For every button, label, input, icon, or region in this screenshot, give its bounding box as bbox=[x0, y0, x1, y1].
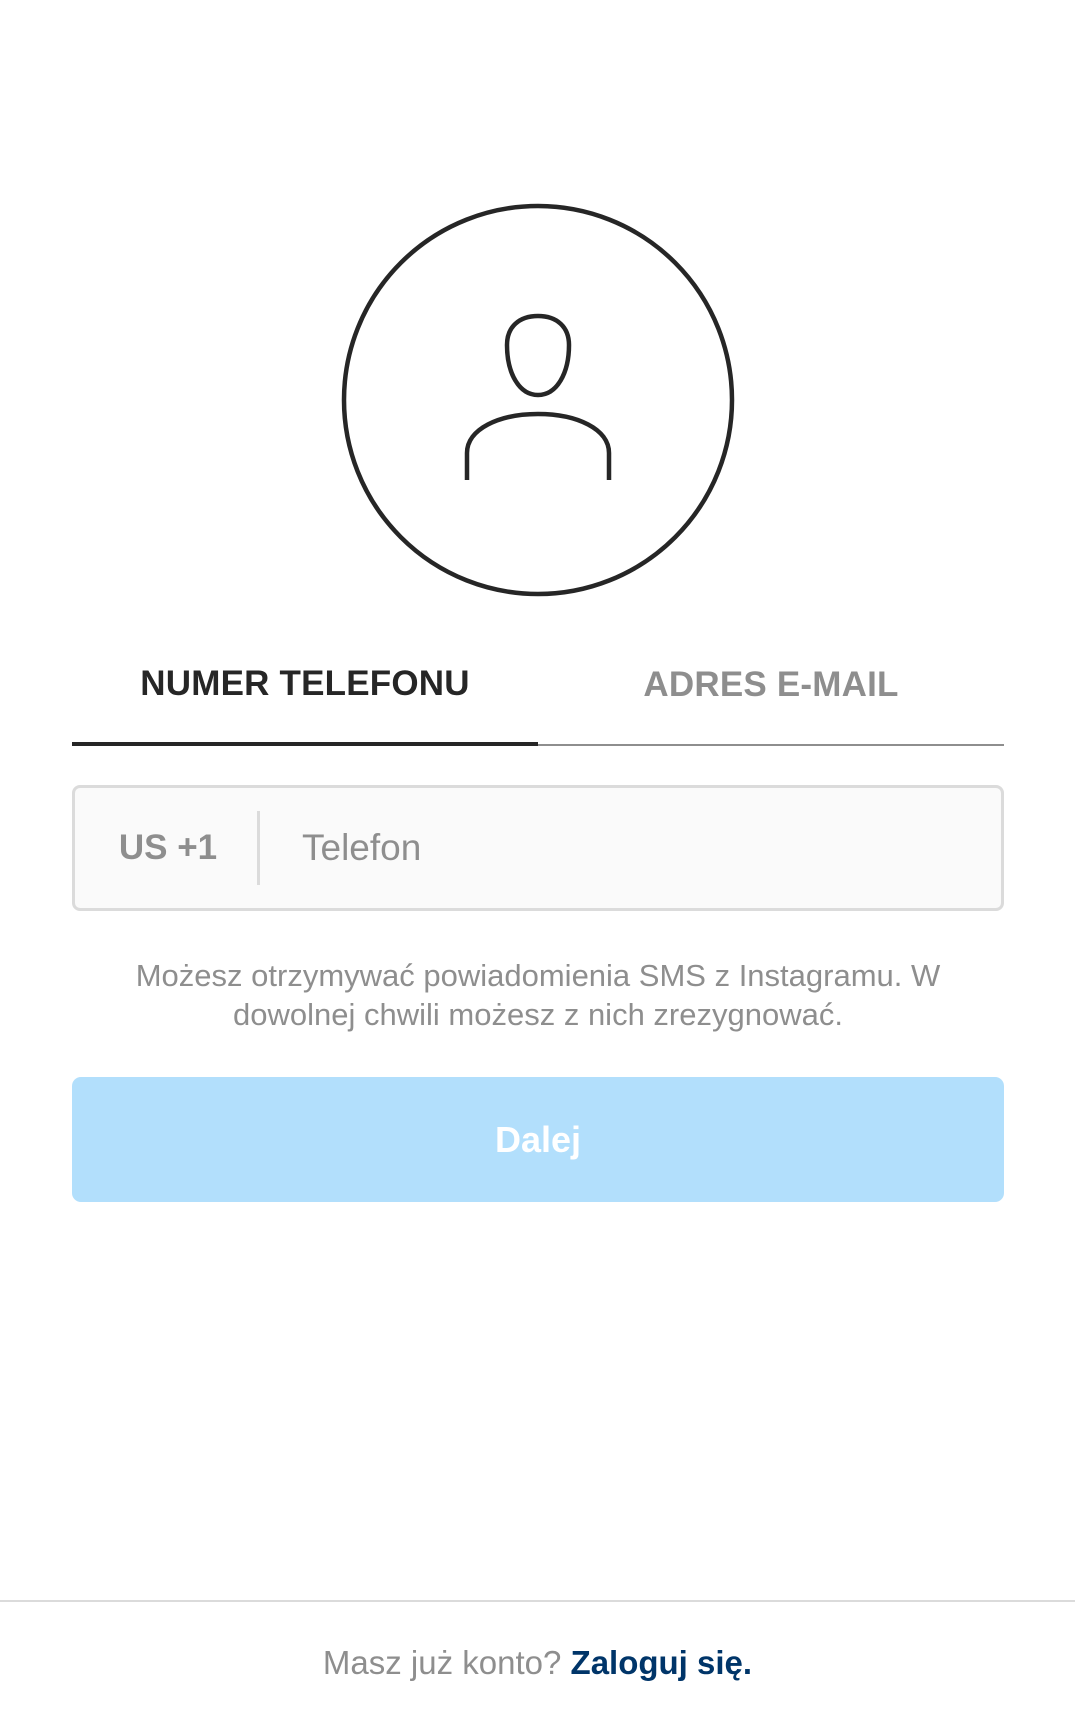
country-code-selector[interactable]: US +1 bbox=[75, 828, 257, 868]
login-footer: Masz już konto? Zaloguj się. bbox=[0, 1644, 1075, 1682]
phone-input[interactable] bbox=[260, 787, 1001, 909]
tab-phone-number-label: NUMER TELEFONU bbox=[140, 664, 470, 703]
login-link[interactable]: Zaloguj się. bbox=[571, 1644, 753, 1681]
footer-divider bbox=[0, 1600, 1075, 1602]
next-button[interactable]: Dalej bbox=[72, 1077, 1004, 1202]
tab-phone-number[interactable]: NUMER TELEFONU bbox=[72, 640, 538, 746]
user-silhouette-icon bbox=[341, 203, 735, 597]
sms-notice-text: Możesz otrzymywać powiadomienia SMS z In… bbox=[135, 958, 941, 1032]
tab-email-address[interactable]: ADRES E-MAIL bbox=[538, 640, 1004, 746]
phone-field-group: US +1 bbox=[72, 785, 1004, 911]
signup-method-tabs: NUMER TELEFONU ADRES E-MAIL bbox=[72, 640, 1004, 746]
login-prompt-text: Masz już konto? bbox=[322, 1644, 562, 1681]
tab-email-address-label: ADRES E-MAIL bbox=[643, 665, 899, 704]
profile-avatar bbox=[341, 203, 735, 597]
